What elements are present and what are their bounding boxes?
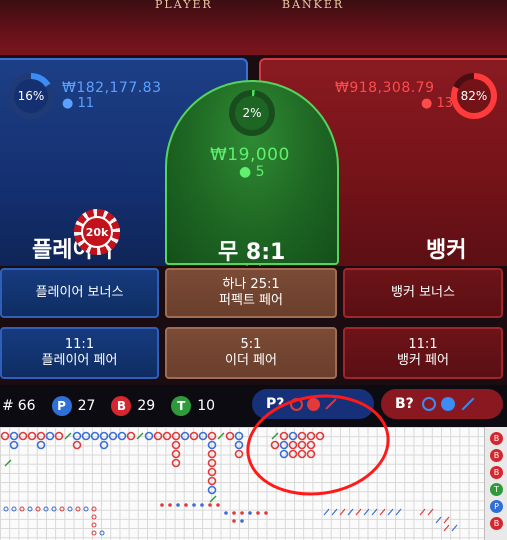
- dot-icon: [440, 397, 455, 411]
- player-pair-label: 플레이어 페어: [41, 353, 118, 368]
- player-pair-button[interactable]: 11:1 플레이어 페어: [0, 327, 159, 379]
- tie-bet-spot[interactable]: 2% ₩19,000 ● 5 무 8:1: [165, 80, 339, 265]
- player-bonus-label: 플레이어 보너스: [35, 285, 124, 300]
- either-pair-label: 이더 페어: [225, 353, 277, 368]
- either-pair-odds: 5:1: [240, 337, 262, 352]
- player-percent: 16%: [14, 79, 48, 113]
- side-strip-item: B: [490, 449, 503, 462]
- baccarat-table: PLAYER BANKER 16% ₩182,177.83 ● 11 플레이어 …: [0, 0, 507, 540]
- person-icon: ●: [62, 96, 74, 111]
- banker-predict-button[interactable]: B?: [381, 389, 503, 419]
- banker-amount: ₩918,308.79: [335, 80, 435, 96]
- tie-percent: 2%: [235, 96, 269, 130]
- player-count: 11: [77, 96, 95, 111]
- person-icon: ●: [239, 164, 252, 180]
- banker-label: 뱅커: [426, 238, 467, 263]
- banker-pair-label: 뱅커 페어: [397, 353, 449, 368]
- road-side-strip: B B B T P B: [484, 427, 507, 540]
- road-map[interactable]: [0, 427, 484, 540]
- banker-pair-button[interactable]: 11:1 뱅커 페어: [343, 327, 503, 379]
- banker-wins-icon: B: [111, 396, 132, 416]
- player-percent-ring: 16%: [8, 73, 54, 119]
- tie-percent-ring: 2%: [229, 90, 275, 136]
- banker-percent-ring: 82%: [451, 73, 497, 119]
- total-prefix: #: [2, 398, 14, 414]
- banker-percent: 82%: [457, 79, 491, 113]
- player-wins: 27: [77, 398, 96, 414]
- banker-pair-odds: 11:1: [408, 337, 438, 352]
- person-icon: ●: [421, 96, 433, 111]
- tie-amount: ₩19,000: [210, 145, 290, 165]
- player-bonus-button[interactable]: 플레이어 보너스: [0, 268, 159, 318]
- tie-count: 5: [255, 164, 265, 180]
- tie-label: 무 8:1: [218, 240, 286, 265]
- side-strip-item: B: [490, 466, 503, 479]
- tie-wins-icon: T: [171, 396, 192, 416]
- table-felt-top: PLAYER BANKER: [0, 0, 507, 60]
- side-strip-item: B: [490, 432, 503, 445]
- perfect-pair-label: 퍼펙트 페어: [219, 293, 283, 308]
- banker-area-label: BANKER: [282, 0, 345, 11]
- either-pair-button[interactable]: 5:1 이더 페어: [165, 327, 337, 379]
- side-strip-item: B: [490, 517, 503, 530]
- player-wins-icon: P: [51, 396, 72, 416]
- slash-icon: [461, 397, 475, 411]
- side-strip-item: P: [490, 500, 503, 513]
- banker-wins: 29: [137, 398, 156, 414]
- player-pair-odds: 11:1: [64, 337, 95, 352]
- tie-wins: 10: [197, 398, 216, 414]
- banker-count-row: ● 13: [421, 96, 453, 111]
- side-strip-item: T: [490, 483, 503, 496]
- banker-bonus-label: 뱅커 보너스: [391, 285, 455, 300]
- chip-value: 20k: [81, 216, 113, 248]
- perfect-pair-odds: 하나 25:1: [222, 277, 280, 292]
- total-rounds: 66: [17, 398, 36, 414]
- banker-bonus-button[interactable]: 뱅커 보너스: [343, 268, 503, 318]
- perfect-pair-button[interactable]: 하나 25:1 퍼펙트 페어: [165, 268, 337, 318]
- tie-count-row: ● 5: [239, 164, 265, 180]
- banker-predict-label: B?: [395, 396, 414, 412]
- player-count-row: ● 11: [62, 96, 94, 111]
- player-amount: ₩182,177.83: [62, 80, 162, 96]
- ring-icon: [421, 397, 436, 411]
- player-area-label: PLAYER: [155, 0, 213, 11]
- chip-icon[interactable]: 20k: [74, 209, 120, 255]
- road-map-marks: [0, 431, 458, 536]
